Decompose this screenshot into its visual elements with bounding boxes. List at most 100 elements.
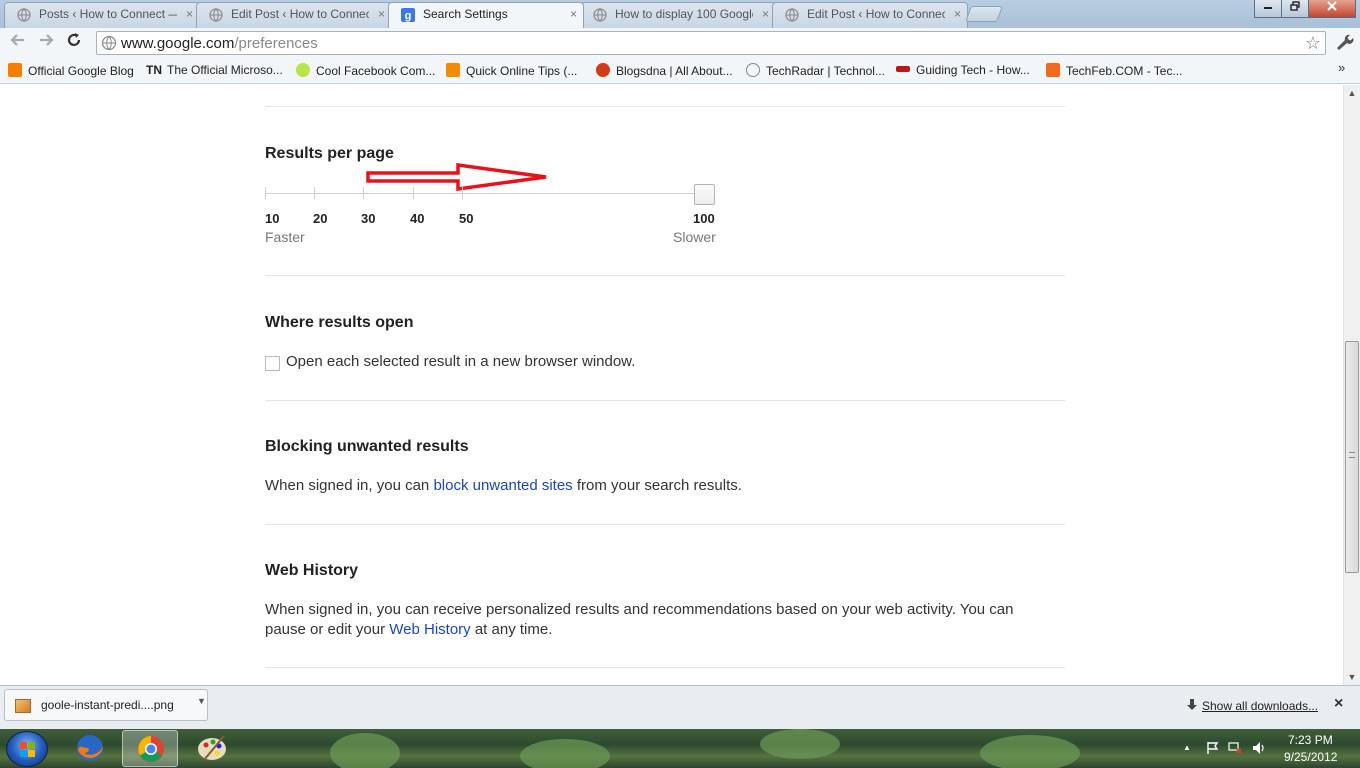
new-window-checkbox[interactable]: [265, 356, 280, 371]
url-path: /preferences: [234, 35, 318, 52]
bookmark-official-microsoft[interactable]: TN The Official Microso...: [146, 63, 283, 77]
window-close-button[interactable]: [1308, 0, 1356, 18]
bookmark-label: TechRadar | Technol...: [766, 64, 885, 78]
close-icon: [1327, 1, 1337, 11]
show-hidden-icons-button[interactable]: ▲: [1180, 741, 1194, 755]
smiley-icon: [296, 63, 310, 77]
slider-tick: [265, 187, 266, 199]
reload-button[interactable]: [62, 31, 86, 55]
action-center-flag-icon[interactable]: [1206, 741, 1220, 755]
bookmark-guiding-tech[interactable]: Guiding Tech - How...: [896, 63, 1030, 77]
q-icon: [446, 63, 460, 77]
wallpaper-leaf: [760, 729, 840, 759]
chevron-down-icon[interactable]: ▼: [197, 696, 206, 706]
windows-taskbar: ▲ 7:23 PM 9/25/2012: [0, 729, 1360, 768]
new-window-checkbox-label[interactable]: Open each selected result in a new brows…: [286, 352, 635, 372]
wrench-icon[interactable]: [1334, 32, 1354, 52]
bookmark-official-google-blog[interactable]: Official Google Blog: [8, 63, 134, 78]
url-host: www.google.com: [121, 35, 235, 52]
maximize-button[interactable]: [1281, 0, 1309, 18]
page-info-icon[interactable]: [101, 35, 117, 51]
new-tab-button[interactable]: [965, 6, 1003, 22]
divider: [265, 400, 1065, 401]
tab-search-settings[interactable]: g Search Settings ×: [388, 2, 584, 28]
taskbar-firefox[interactable]: [62, 730, 118, 767]
forward-arrow-icon: [40, 34, 54, 46]
firefox-icon: [77, 735, 103, 761]
tick-label-50: 50: [459, 211, 474, 226]
faster-label: Faster: [265, 229, 305, 245]
wallpaper-leaf: [980, 735, 1080, 768]
image-file-icon: [15, 699, 31, 713]
slider-thumb[interactable]: [694, 184, 715, 205]
slower-label: Slower: [673, 229, 716, 245]
web-history-link[interactable]: Web History: [389, 621, 470, 638]
close-icon[interactable]: ×: [762, 3, 769, 25]
forward-button[interactable]: [34, 31, 58, 55]
bookmark-label: TechFeb.COM - Tec...: [1066, 64, 1183, 78]
bookmarks-bar: Official Google Blog TN The Official Micr…: [0, 58, 1360, 84]
vertical-scrollbar[interactable]: ▲ ▼: [1343, 85, 1360, 685]
bd-icon: [596, 63, 610, 77]
close-icon[interactable]: ×: [378, 3, 385, 25]
network-icon[interactable]: [1228, 741, 1242, 755]
taskbar-paint[interactable]: [184, 730, 240, 767]
globe-icon: [209, 8, 223, 22]
tab-edit-post[interactable]: Edit Post ‹ How to Connect ×: [196, 2, 392, 28]
download-arrow-icon: [1187, 699, 1197, 710]
back-button[interactable]: [6, 31, 30, 55]
bookmarks-overflow-button[interactable]: »: [1338, 60, 1345, 75]
tab-edit-post-2[interactable]: Edit Post ‹ How to Connect ×: [772, 2, 968, 28]
blocking-text-after: from your search results.: [572, 477, 742, 494]
annotation-arrow: [366, 163, 547, 192]
close-icon[interactable]: ×: [1334, 695, 1343, 713]
scrollbar-thumb[interactable]: [1345, 341, 1359, 573]
slider-tick: [314, 187, 315, 199]
scroll-up-icon[interactable]: ▲: [1344, 85, 1360, 101]
slider-track[interactable]: [265, 193, 705, 194]
windows-logo-icon: [20, 742, 35, 757]
web-history-title: Web History: [265, 562, 359, 579]
slider-tick: [413, 187, 414, 199]
bookmark-label: Guiding Tech - How...: [916, 63, 1030, 77]
tick-label-100: 100: [693, 211, 715, 226]
download-item[interactable]: goole-instant-predi....png ▼: [4, 689, 208, 721]
show-all-downloads-link[interactable]: Show all downloads...: [1186, 699, 1318, 713]
tab-strip: Posts ‹ How to Connect — W × Edit Post ‹…: [0, 0, 1360, 28]
globe-icon: [785, 8, 799, 22]
tab-posts[interactable]: Posts ‹ How to Connect — W ×: [4, 2, 200, 28]
globe-icon: [593, 8, 607, 22]
volume-icon[interactable]: [1252, 741, 1266, 755]
globe-icon: [746, 63, 760, 77]
close-icon[interactable]: ×: [570, 3, 577, 25]
address-bar[interactable]: www.google.com/preferences ☆: [96, 31, 1326, 55]
svg-text:g: g: [405, 10, 412, 22]
divider: [265, 667, 1065, 668]
tick-label-40: 40: [410, 211, 425, 226]
block-unwanted-sites-link[interactable]: block unwanted sites: [433, 477, 572, 494]
bookmark-label: Cool Facebook Com...: [316, 64, 436, 78]
close-icon[interactable]: ×: [954, 3, 961, 25]
bookmark-techradar[interactable]: TechRadar | Technol...: [746, 63, 885, 78]
page-content: Results per page 10 20 30 40 50 100 Fast…: [0, 85, 1343, 685]
close-icon[interactable]: ×: [186, 3, 193, 25]
tab-display-100[interactable]: How to display 100 Google ×: [580, 2, 776, 28]
scroll-down-icon[interactable]: ▼: [1344, 669, 1360, 685]
url-text[interactable]: www.google.com/preferences: [121, 35, 318, 52]
taskbar-chrome[interactable]: [122, 730, 178, 767]
where-results-open-title: Where results open: [265, 314, 414, 331]
web-history-text: When signed in, you can receive personal…: [265, 600, 1055, 640]
reload-icon: [67, 33, 81, 46]
tick-label-10: 10: [265, 211, 280, 226]
bookmark-blogsdna[interactable]: Blogsdna | All About...: [596, 63, 733, 78]
bookmark-techfeb[interactable]: TechFeb.COM - Tec...: [1046, 63, 1182, 78]
minimize-button[interactable]: [1254, 0, 1282, 18]
clock-time[interactable]: 7:23 PM: [1288, 733, 1333, 747]
start-button[interactable]: [6, 731, 48, 767]
clock-date[interactable]: 9/25/2012: [1284, 750, 1337, 764]
tick-label-30: 30: [361, 211, 376, 226]
bookmark-star-icon[interactable]: ☆: [1305, 32, 1321, 54]
bookmark-cool-facebook[interactable]: Cool Facebook Com...: [296, 63, 435, 78]
paint-palette-icon: [198, 735, 226, 761]
bookmark-quick-online-tips[interactable]: Quick Online Tips (...: [446, 63, 577, 78]
